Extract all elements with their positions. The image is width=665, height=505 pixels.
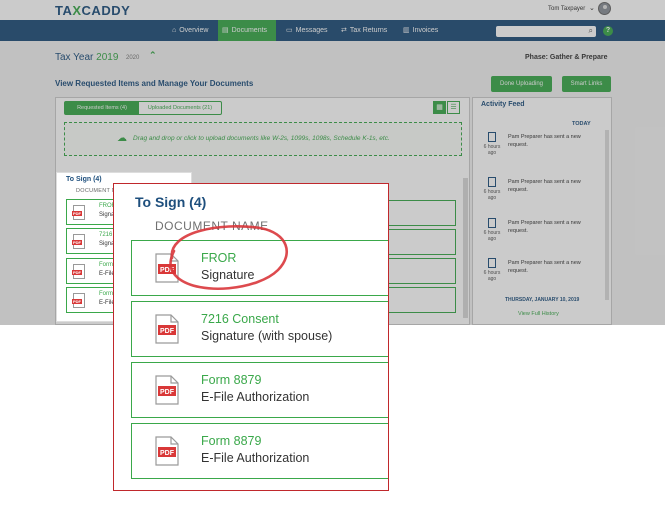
pdf-icon bbox=[72, 205, 85, 220]
doc-name: Form bbox=[99, 291, 113, 297]
document-name: Form 8879 bbox=[201, 434, 262, 448]
svg-text:PDF: PDF bbox=[160, 450, 175, 457]
pdf-icon: PDF bbox=[155, 253, 179, 283]
to-sign-title: To Sign (4) bbox=[135, 194, 207, 210]
pdf-icon: PDF bbox=[155, 436, 179, 466]
document-description: Signature (with spouse) bbox=[201, 329, 333, 343]
pdf-icon: PDF bbox=[155, 375, 179, 405]
pdf-icon bbox=[72, 293, 85, 308]
document-name: 7216 Consent bbox=[201, 312, 279, 326]
document-row-form-8879[interactable]: PDF Form 8879 E-File Authorization bbox=[131, 362, 388, 418]
document-row-form-8879-2[interactable]: PDF Form 8879 E-File Authorization bbox=[131, 423, 388, 479]
to-sign-zoom-panel: To Sign (4) DOCUMENT NAME PDF FROR Signa… bbox=[113, 183, 389, 491]
document-row-fror[interactable]: PDF FROR Signature bbox=[131, 240, 388, 296]
svg-text:PDF: PDF bbox=[160, 267, 175, 274]
document-description: E-File Authorization bbox=[201, 451, 310, 465]
svg-text:PDF: PDF bbox=[160, 328, 175, 335]
document-name: FROR bbox=[201, 251, 237, 265]
doc-name: 7216 bbox=[99, 232, 113, 238]
pdf-icon: PDF bbox=[155, 314, 179, 344]
document-row-7216-consent[interactable]: PDF 7216 Consent Signature (with spouse) bbox=[131, 301, 388, 357]
to-sign-title-small: To Sign (4) bbox=[66, 176, 102, 183]
doc-name: Form bbox=[99, 262, 113, 268]
screenshot-stage: TAXCADDY Tom Taxpayer ⌄ ⌂ Overview ▤ Docum… bbox=[0, 0, 665, 505]
document-description: E-File Authorization bbox=[201, 390, 310, 404]
pdf-icon bbox=[72, 234, 85, 249]
pdf-icon bbox=[72, 264, 85, 279]
document-name-header: DOCUMENT NAME bbox=[155, 219, 269, 233]
document-name: Form 8879 bbox=[201, 373, 262, 387]
document-description: Signature bbox=[201, 268, 255, 282]
svg-text:PDF: PDF bbox=[160, 389, 175, 396]
